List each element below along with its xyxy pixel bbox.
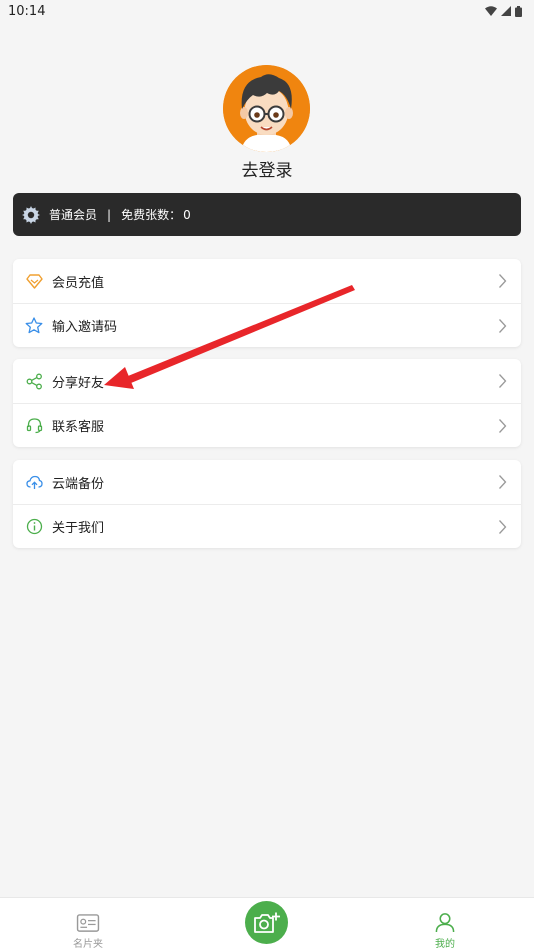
- login-link[interactable]: 去登录: [0, 156, 534, 181]
- camera-scan-button[interactable]: [245, 901, 288, 944]
- chevron-right-icon: [499, 520, 507, 534]
- headset-icon: [25, 417, 43, 435]
- status-bar: 10:14: [0, 0, 534, 22]
- nav-label: 我的: [435, 939, 455, 949]
- menu-item-label: 联系客服: [52, 420, 105, 435]
- gear-icon: [22, 205, 40, 224]
- nav-label: 名片夹: [73, 939, 103, 949]
- menu-item-share-friends[interactable]: 分享好友: [13, 359, 521, 403]
- member-level: 普通会员: [49, 208, 98, 222]
- menu-card-misc: 云端备份 关于我们: [13, 460, 521, 548]
- cloud-upload-icon: [25, 473, 43, 491]
- menu-item-invite-code[interactable]: 输入邀请码: [13, 303, 521, 347]
- menu-item-label: 输入邀请码: [52, 320, 118, 335]
- menu-item-recharge[interactable]: 会员充值: [13, 259, 521, 303]
- person-icon: [435, 913, 455, 933]
- menu-item-cloud-backup[interactable]: 云端备份: [13, 460, 521, 504]
- menu-item-label: 会员充值: [52, 275, 105, 291]
- battery-icon: [515, 5, 522, 17]
- member-status-bar: 普通会员 | 免费张数： 0: [13, 193, 521, 236]
- chevron-right-icon: [499, 374, 507, 388]
- free-count-value: 0: [183, 207, 191, 222]
- chevron-right-icon: [499, 319, 507, 333]
- signal-icon: [501, 6, 511, 16]
- free-count-label: 免费张数：: [121, 208, 182, 222]
- card-folder-icon: [76, 914, 100, 932]
- avatar-face-icon: [223, 65, 310, 152]
- status-icons: [485, 5, 522, 17]
- menu-card-social: 分享好友 联系客服: [13, 359, 521, 447]
- wifi-icon: [485, 6, 497, 16]
- member-separator: |: [107, 207, 112, 222]
- menu-card-membership: 会员充值 输入邀请码: [13, 259, 521, 347]
- menu-item-label: 分享好友: [52, 375, 105, 391]
- chevron-right-icon: [499, 419, 507, 433]
- chevron-right-icon: [499, 274, 507, 288]
- menu-item-about-us[interactable]: 关于我们: [13, 504, 521, 548]
- diamond-icon: [25, 272, 43, 290]
- star-icon: [25, 317, 43, 335]
- info-icon: [25, 518, 43, 536]
- camera-plus-icon: [253, 912, 280, 933]
- share-icon: [25, 372, 43, 390]
- nav-card-folder[interactable]: 名片夹: [48, 898, 128, 949]
- menu-item-contact-support[interactable]: 联系客服: [13, 403, 521, 447]
- menu-item-label: 关于我们: [52, 521, 105, 536]
- nav-mine[interactable]: 我的: [405, 898, 485, 949]
- avatar[interactable]: [223, 65, 310, 152]
- menu-item-label: 云端备份: [52, 476, 105, 492]
- status-time: 10:14: [8, 3, 46, 19]
- chevron-right-icon: [499, 475, 507, 489]
